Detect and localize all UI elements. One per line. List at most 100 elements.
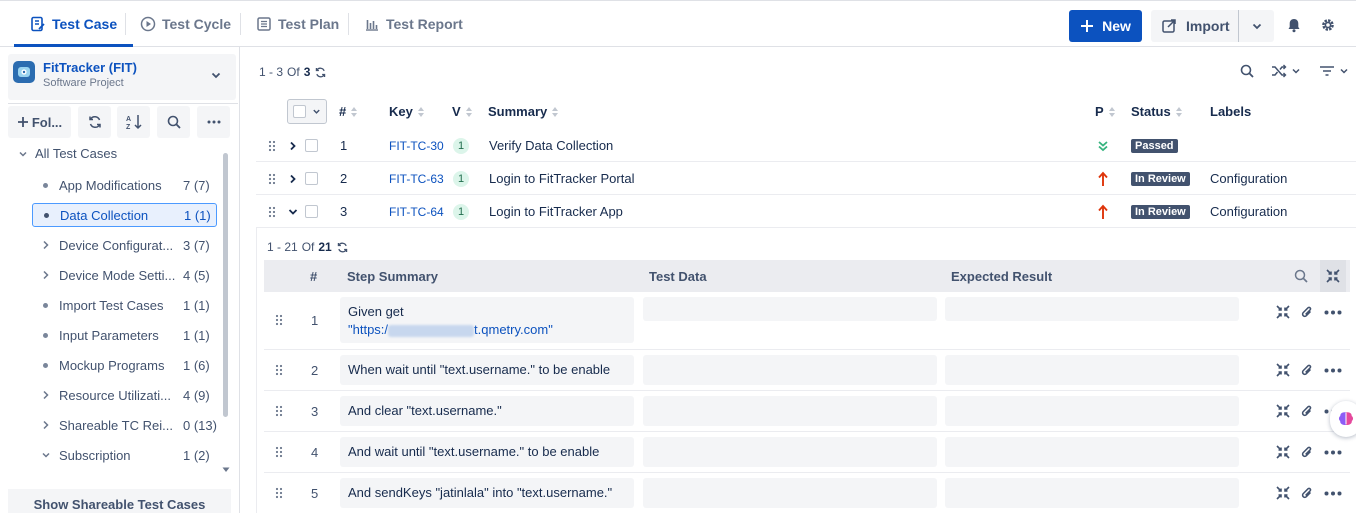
refresh-button[interactable] bbox=[78, 106, 111, 138]
more-options-button[interactable] bbox=[197, 106, 230, 138]
drag-handle-icon[interactable] bbox=[275, 487, 283, 499]
step-row[interactable]: 3 And clear "text.username." bbox=[264, 391, 1350, 432]
new-button[interactable]: New bbox=[1069, 10, 1142, 42]
test-data-field[interactable] bbox=[643, 437, 937, 467]
import-button[interactable]: Import bbox=[1161, 10, 1230, 42]
tab-test-plan[interactable]: Test Plan bbox=[256, 1, 339, 46]
step-row[interactable]: 5 And sendKeys "jatinlala" into "text.us… bbox=[264, 473, 1350, 513]
row-checkbox[interactable] bbox=[305, 172, 318, 185]
import-menu-button[interactable] bbox=[1239, 10, 1274, 42]
notifications-button[interactable] bbox=[1284, 14, 1304, 36]
more-horizontal-icon[interactable] bbox=[1324, 491, 1342, 496]
test-case-key-link[interactable]: FIT-TC-63 bbox=[389, 162, 444, 195]
search-button[interactable] bbox=[1238, 62, 1256, 80]
table-row[interactable]: 1 FIT-TC-30 1 Verify Data Collection Pas… bbox=[256, 129, 1356, 162]
folder-item[interactable]: App Modifications 7 (7) bbox=[32, 173, 217, 197]
collapse-icon[interactable] bbox=[1276, 363, 1290, 377]
column-header-key[interactable]: Key bbox=[389, 104, 425, 119]
shuffle-menu-button[interactable] bbox=[1268, 62, 1304, 80]
folder-item[interactable]: Device Mode Setti... 4 (5) bbox=[32, 263, 217, 287]
collapse-row-button[interactable] bbox=[288, 195, 298, 228]
folder-item[interactable]: Shareable TC Rei... 0 (13) bbox=[32, 413, 217, 437]
expected-result-field[interactable] bbox=[945, 297, 1239, 321]
folder-item[interactable]: Subscription 1 (2) bbox=[32, 443, 217, 467]
ai-assistant-button[interactable] bbox=[1330, 401, 1356, 437]
test-data-field[interactable] bbox=[643, 478, 937, 508]
collapse-icon[interactable] bbox=[1276, 404, 1290, 418]
row-checkbox[interactable] bbox=[305, 205, 318, 218]
svg-text:Z: Z bbox=[126, 124, 131, 131]
tree-root-all-test-cases[interactable]: All Test Cases bbox=[18, 146, 117, 161]
drag-handle-icon[interactable] bbox=[275, 446, 283, 458]
folder-item-selected[interactable]: Data Collection 1 (1) bbox=[32, 203, 217, 227]
sidebar-scrollbar[interactable] bbox=[223, 153, 228, 417]
column-header-summary[interactable]: Summary bbox=[488, 104, 559, 119]
column-header-priority[interactable]: P bbox=[1095, 104, 1116, 119]
expected-result-field[interactable] bbox=[945, 355, 1239, 385]
tab-test-cycle[interactable]: Test Cycle bbox=[140, 1, 231, 46]
step-row[interactable]: 2 When wait until "text.username." to be… bbox=[264, 350, 1350, 391]
summary-text[interactable]: Login to FitTracker App bbox=[489, 195, 623, 228]
drag-handle-icon[interactable] bbox=[275, 364, 283, 376]
table-row-expanded[interactable]: 3 FIT-TC-64 1 Login to FitTracker App In… bbox=[256, 195, 1356, 228]
expected-result-field[interactable] bbox=[945, 396, 1239, 426]
table-row[interactable]: 2 FIT-TC-63 1 Login to FitTracker Portal… bbox=[256, 162, 1356, 195]
row-checkbox[interactable] bbox=[305, 139, 318, 152]
more-horizontal-icon[interactable] bbox=[1324, 450, 1342, 455]
step-row[interactable]: 4 And wait until "text.username." to be … bbox=[264, 432, 1350, 473]
collapse-icon[interactable] bbox=[1276, 305, 1290, 319]
refresh-icon[interactable] bbox=[336, 241, 349, 254]
sort-button[interactable]: AZ bbox=[117, 106, 150, 138]
attachment-icon[interactable] bbox=[1301, 363, 1313, 377]
expected-result-field[interactable] bbox=[945, 478, 1239, 508]
settings-button[interactable] bbox=[1318, 14, 1338, 36]
collapse-icon[interactable] bbox=[1276, 486, 1290, 500]
search-steps-button[interactable] bbox=[1294, 260, 1308, 292]
status-lozenge: Passed bbox=[1131, 138, 1178, 153]
test-case-key-link[interactable]: FIT-TC-64 bbox=[389, 195, 444, 228]
tab-test-case[interactable]: Test Case bbox=[14, 1, 134, 47]
attachment-icon[interactable] bbox=[1301, 305, 1313, 319]
attachment-icon[interactable] bbox=[1301, 445, 1313, 459]
folder-item[interactable]: Mockup Programs 1 (6) bbox=[32, 353, 217, 377]
collapse-icon[interactable] bbox=[1276, 445, 1290, 459]
drag-handle-icon[interactable] bbox=[275, 405, 283, 417]
refresh-icon[interactable] bbox=[314, 66, 327, 79]
expand-row-button[interactable] bbox=[289, 162, 297, 195]
test-data-field[interactable] bbox=[643, 297, 937, 321]
drag-handle-icon[interactable] bbox=[275, 314, 283, 326]
summary-text[interactable]: Verify Data Collection bbox=[489, 129, 613, 162]
add-folder-button[interactable]: Fol... bbox=[8, 106, 71, 138]
folder-item[interactable]: Device Configurat... 3 (7) bbox=[32, 233, 217, 257]
attachment-icon[interactable] bbox=[1301, 404, 1313, 418]
step-url: "https:/ t.qmetry.com" bbox=[348, 321, 553, 339]
summary-text[interactable]: Login to FitTracker Portal bbox=[489, 162, 634, 195]
test-data-field[interactable] bbox=[643, 355, 937, 385]
more-horizontal-icon[interactable] bbox=[1324, 368, 1342, 373]
column-header-version[interactable]: V bbox=[452, 104, 473, 119]
drag-handle-icon[interactable] bbox=[268, 195, 276, 228]
drag-handle-icon[interactable] bbox=[268, 129, 276, 162]
more-horizontal-icon[interactable] bbox=[1324, 310, 1342, 315]
select-all-dropdown[interactable] bbox=[287, 99, 327, 124]
project-selector[interactable]: FitTracker (FIT) Software Project bbox=[8, 54, 236, 100]
search-folders-button[interactable] bbox=[157, 106, 190, 138]
show-shareable-test-cases-button[interactable]: Show Shareable Test Cases bbox=[8, 489, 231, 513]
folder-item[interactable]: Input Parameters 1 (1) bbox=[32, 323, 217, 347]
folder-item[interactable]: Import Test Cases 1 (1) bbox=[32, 293, 217, 317]
select-all-checkbox[interactable] bbox=[293, 105, 306, 118]
collapse-all-button[interactable] bbox=[1320, 260, 1346, 292]
attachment-icon[interactable] bbox=[1301, 486, 1313, 500]
tab-test-report[interactable]: Test Report bbox=[364, 1, 463, 46]
test-case-key-link[interactable]: FIT-TC-30 bbox=[389, 129, 444, 162]
filter-menu-button[interactable] bbox=[1316, 62, 1352, 80]
scroll-down-arrow-icon[interactable] bbox=[222, 467, 230, 473]
column-header-num[interactable]: # bbox=[339, 104, 358, 119]
drag-handle-icon[interactable] bbox=[268, 162, 276, 195]
step-row[interactable]: 1 Given get "https:/ t.qmetry.com" bbox=[264, 292, 1350, 350]
expand-row-button[interactable] bbox=[289, 129, 297, 162]
column-header-status[interactable]: Status bbox=[1131, 104, 1183, 119]
expected-result-field[interactable] bbox=[945, 437, 1239, 467]
folder-item[interactable]: Resource Utilizati... 4 (9) bbox=[32, 383, 217, 407]
test-data-field[interactable] bbox=[643, 396, 937, 426]
